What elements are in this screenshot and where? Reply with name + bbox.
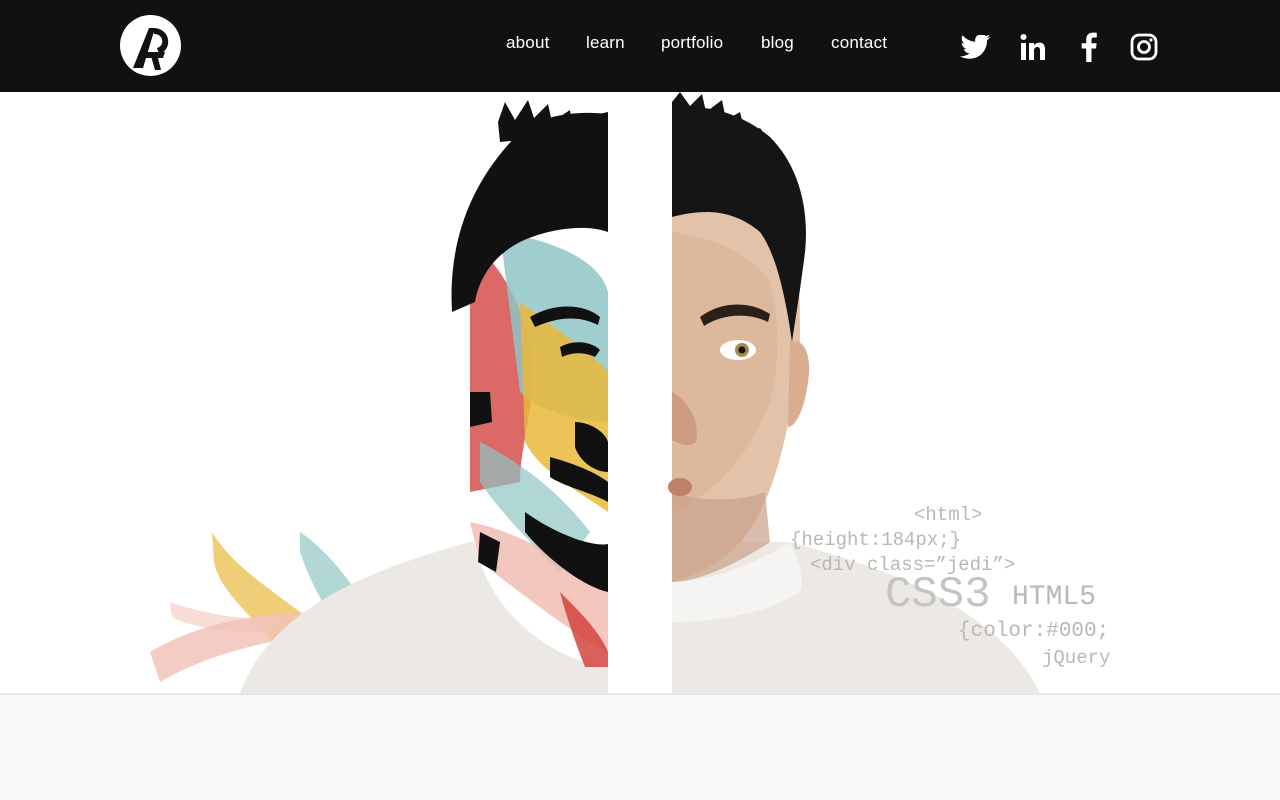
code-color-rule: {color:#000; bbox=[958, 620, 1110, 643]
instagram-link[interactable] bbox=[1128, 31, 1160, 63]
site-logo[interactable] bbox=[119, 14, 182, 77]
facebook-icon bbox=[1081, 32, 1097, 62]
code-html5: HTML5 bbox=[1012, 582, 1097, 613]
nav-portfolio[interactable]: portfolio bbox=[661, 33, 723, 53]
facebook-link[interactable] bbox=[1073, 31, 1105, 63]
code-css3: CSS3 bbox=[885, 570, 991, 620]
nav-contact[interactable]: contact bbox=[831, 33, 887, 53]
linkedin-link[interactable] bbox=[1017, 31, 1049, 63]
hero-banner: <html> {height:184px;} <div class=”jedi”… bbox=[0, 92, 1280, 693]
twitter-link[interactable] bbox=[960, 31, 992, 63]
code-jquery: jQuery bbox=[1042, 647, 1111, 669]
hero-bottom-border bbox=[0, 693, 1280, 695]
code-html-tag: <html> bbox=[914, 504, 983, 526]
nav-learn[interactable]: learn bbox=[586, 33, 625, 53]
nav-blog[interactable]: blog bbox=[761, 33, 794, 53]
nav-about[interactable]: about bbox=[506, 33, 550, 53]
ap-monogram-icon bbox=[120, 15, 181, 76]
twitter-icon bbox=[960, 35, 991, 59]
code-height-rule: {height:184px;} bbox=[790, 529, 962, 551]
site-header: about learn portfolio blog contact bbox=[0, 0, 1280, 92]
linkedin-icon bbox=[1020, 34, 1045, 60]
instagram-icon bbox=[1130, 33, 1158, 61]
